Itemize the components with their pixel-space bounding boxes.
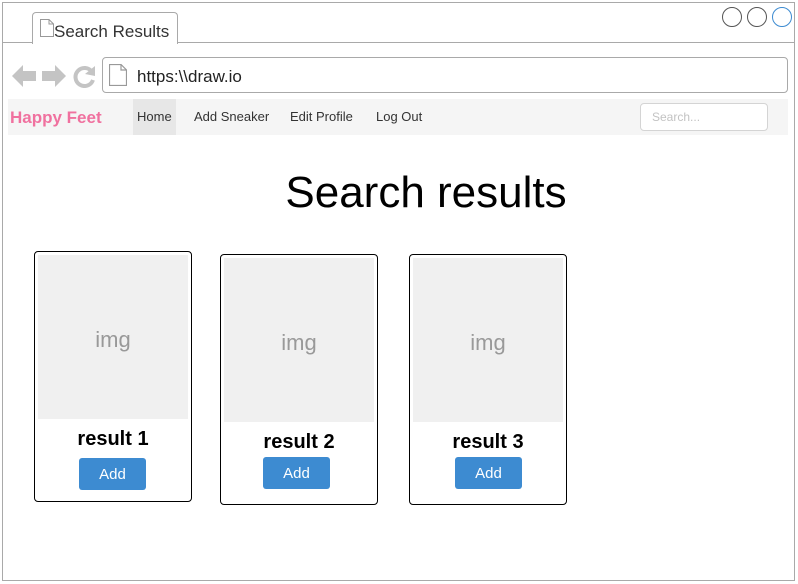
brand-logo[interactable]: Happy Feet [10,108,102,128]
nav-link-log-out[interactable]: Log Out [376,99,422,135]
back-icon[interactable] [12,65,36,92]
tab-title: Search Results [54,22,170,41]
document-icon [108,63,128,91]
image-placeholder-label: img [95,327,131,352]
url-text: https:\\draw.io [137,67,242,86]
add-button[interactable]: Add [263,457,330,489]
result-image: img [224,258,374,422]
document-icon [40,19,54,42]
close-button[interactable] [772,7,792,27]
forward-icon[interactable] [42,65,66,92]
image-placeholder-label: img [470,330,506,355]
result-title: result 2 [263,431,335,453]
result-title: result 3 [452,431,524,453]
browser-tab[interactable]: Search Results [32,12,178,44]
search-input[interactable] [640,103,768,131]
result-card: img result 1 Add [34,251,192,502]
result-image: img [413,258,563,422]
result-title: result 1 [77,428,149,450]
maximize-button[interactable] [747,7,767,27]
minimize-button[interactable] [722,7,742,27]
navbar: Happy Feet Home Add Sneaker Edit Profile… [8,99,788,135]
nav-link-edit-profile[interactable]: Edit Profile [290,99,353,135]
result-card: img result 2 Add [220,254,378,505]
page-title: Search results [285,168,567,217]
add-button[interactable]: Add [79,458,146,490]
reload-icon[interactable] [73,64,97,93]
address-bar[interactable]: https:\\draw.io [102,57,788,93]
nav-link-home[interactable]: Home [133,99,176,135]
image-placeholder-label: img [281,330,317,355]
result-image: img [38,255,188,419]
add-button[interactable]: Add [455,457,522,489]
result-card: img result 3 Add [409,254,567,505]
nav-link-add-sneaker[interactable]: Add Sneaker [194,99,269,135]
